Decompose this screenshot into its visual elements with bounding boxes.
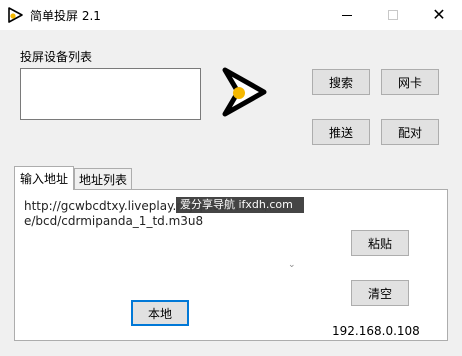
maximize-button[interactable]	[370, 0, 416, 30]
local-button[interactable]: 本地	[131, 300, 189, 326]
push-button[interactable]: 推送	[312, 119, 370, 145]
minimize-icon	[342, 14, 352, 16]
device-listbox[interactable]	[20, 68, 201, 120]
search-button[interactable]: 搜索	[312, 69, 370, 95]
network-card-button[interactable]: 网卡	[381, 69, 439, 95]
close-icon: ✕	[432, 5, 446, 24]
title-bar[interactable]: 简单投屏 2.1 ✕	[0, 0, 462, 30]
ip-address: 192.168.0.108	[332, 324, 420, 338]
watermark: 爱分享导航 ifxdh.com	[176, 197, 304, 213]
play-icon[interactable]	[220, 67, 268, 117]
minimize-button[interactable]	[324, 0, 370, 30]
scroll-down-icon[interactable]: ⌄	[288, 260, 296, 270]
window-title: 简单投屏 2.1	[30, 9, 101, 23]
device-list-label: 投屏设备列表	[20, 50, 93, 64]
paste-button[interactable]: 粘贴	[351, 230, 409, 256]
maximize-icon	[388, 10, 398, 20]
pair-button[interactable]: 配对	[381, 119, 439, 145]
clear-button[interactable]: 清空	[351, 280, 409, 306]
tab-input-address[interactable]: 输入地址	[14, 166, 74, 190]
app-logo-icon	[8, 7, 23, 23]
close-button[interactable]: ✕	[416, 0, 462, 30]
tab-address-list[interactable]: 地址列表	[74, 168, 132, 190]
